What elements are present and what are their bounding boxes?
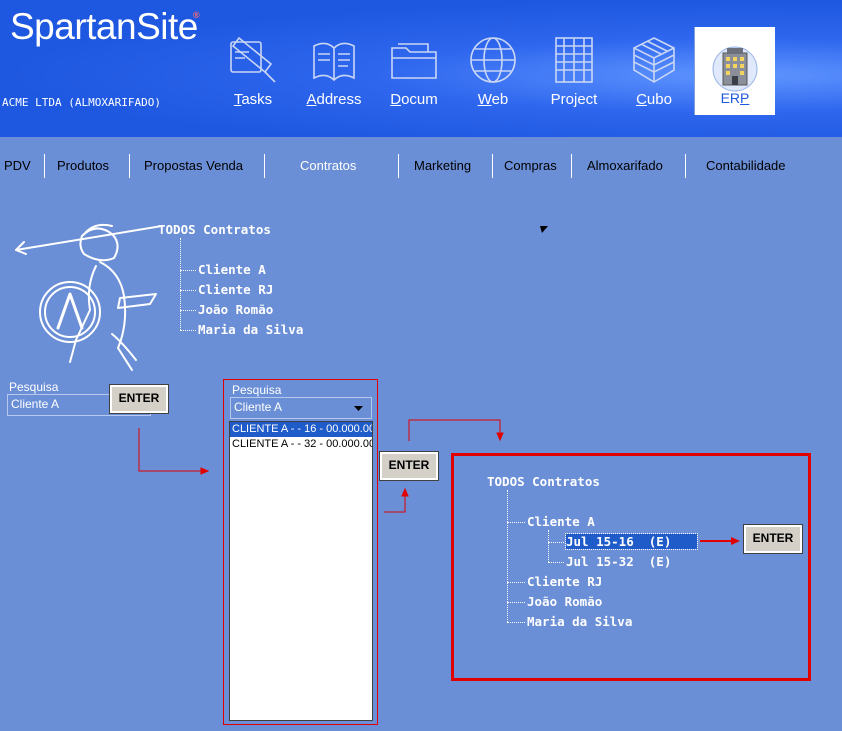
arrow-head-icon — [401, 487, 409, 497]
flow-arrows — [138, 419, 740, 545]
arrow-head-icon — [200, 467, 210, 475]
flow-arrow-list-to-button — [384, 489, 406, 513]
flow-arrow-search-to-list — [138, 428, 208, 472]
flow-arrow-button-to-tree — [408, 419, 501, 441]
arrow-head-icon — [496, 432, 504, 442]
arrow-head-icon — [731, 537, 740, 545]
